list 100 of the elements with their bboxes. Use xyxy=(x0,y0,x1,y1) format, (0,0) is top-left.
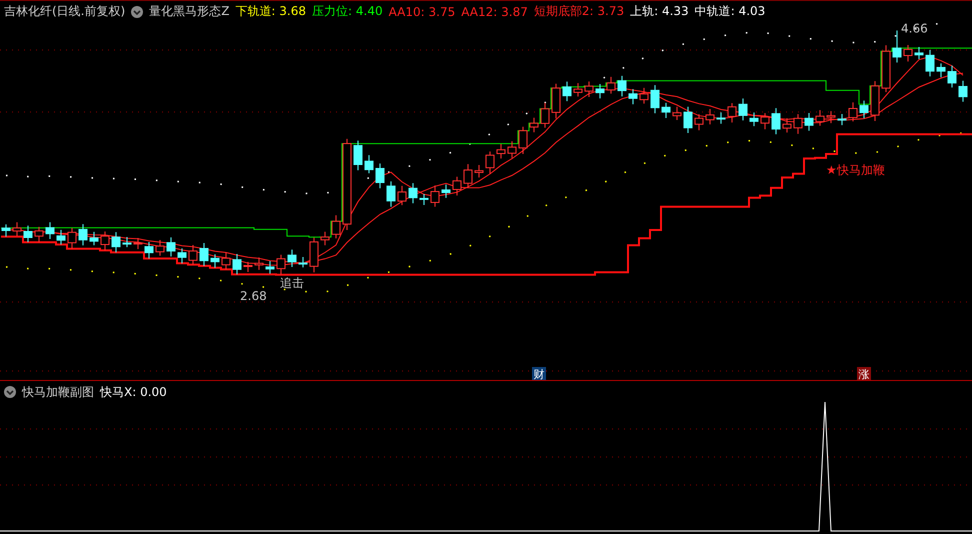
candlestick xyxy=(596,83,604,99)
legend-value: 压力位: 4.40 xyxy=(312,3,383,20)
candlestick xyxy=(914,46,924,60)
candlestick xyxy=(288,249,296,268)
candlestick xyxy=(166,236,176,257)
candlestick xyxy=(540,102,550,128)
chart-annotation: ★快马加鞭 xyxy=(826,163,885,177)
candlestick xyxy=(728,102,736,124)
candlestick xyxy=(804,112,814,132)
candlestick xyxy=(144,241,154,260)
candlestick xyxy=(882,44,890,93)
candlestick xyxy=(188,244,198,266)
candlestick xyxy=(332,214,340,239)
candlestick xyxy=(254,257,264,270)
candlestick xyxy=(716,112,726,124)
candlestick xyxy=(442,184,450,198)
candlestick xyxy=(232,254,242,275)
candlestick xyxy=(926,49,934,77)
candlestick xyxy=(904,44,912,62)
event-marker: 涨 xyxy=(857,367,871,380)
candlestick xyxy=(310,237,318,273)
candlestick xyxy=(508,140,516,158)
candlestick xyxy=(386,180,396,208)
candlestick xyxy=(518,126,528,154)
candlestick xyxy=(672,106,682,121)
candlestick xyxy=(68,227,76,250)
chevron-down-icon[interactable] xyxy=(131,6,144,18)
candlestick xyxy=(266,260,274,274)
candlestick xyxy=(210,254,220,268)
candlestick xyxy=(662,102,670,119)
candlestick xyxy=(618,75,626,97)
candlestick xyxy=(650,84,660,114)
candlestick xyxy=(552,83,560,119)
candlestick xyxy=(420,194,428,206)
candlestick xyxy=(562,81,572,102)
candlestick xyxy=(398,185,406,206)
candlestick xyxy=(948,65,956,88)
candlestick xyxy=(794,114,802,134)
candlestick xyxy=(772,108,780,135)
candlestick xyxy=(276,254,286,276)
candlestick xyxy=(464,164,472,188)
candlestick xyxy=(574,82,582,97)
candlestick xyxy=(826,110,836,124)
candlestick xyxy=(838,114,846,126)
candlestick xyxy=(694,114,704,131)
candlestick xyxy=(750,112,758,127)
candlestick xyxy=(354,140,362,171)
candlestick xyxy=(606,76,616,94)
candlestick xyxy=(706,108,714,125)
legend-value: 中轨道: 4.03 xyxy=(694,3,766,20)
candlestick xyxy=(320,231,330,246)
legend-value: 下轨道: 3.68 xyxy=(235,3,306,20)
candlestick xyxy=(640,87,648,104)
candlestick xyxy=(892,30,902,64)
candlestick xyxy=(848,102,858,122)
candlestick xyxy=(122,236,132,248)
candlestick xyxy=(530,117,538,133)
legend-value: 上轨: 4.33 xyxy=(630,3,689,20)
candlestick xyxy=(860,100,868,119)
candlestick xyxy=(34,226,44,243)
candlestick xyxy=(298,256,308,268)
candlestick xyxy=(56,229,66,245)
candlestick xyxy=(200,242,208,266)
legend-value: 快马X: 0.00 xyxy=(100,384,167,400)
candlestick xyxy=(134,238,142,250)
legend-value: AA10: 3.75 xyxy=(388,4,456,18)
candlestick xyxy=(584,81,594,98)
candlestick xyxy=(156,240,164,256)
candlestick xyxy=(376,163,384,189)
candlestick xyxy=(2,224,10,238)
candlestick xyxy=(12,222,22,236)
chart-annotation: 2.68 xyxy=(240,289,267,303)
candlestick xyxy=(452,176,462,196)
candlestick xyxy=(684,106,692,134)
legend-value: AA12: 3.87 xyxy=(461,4,528,18)
candlestick xyxy=(112,232,120,253)
candlestick xyxy=(100,230,110,251)
candlestick xyxy=(870,80,880,122)
candlestick xyxy=(78,224,88,246)
indicator-name: 量化黑马形态Z xyxy=(149,3,230,20)
candlestick xyxy=(474,164,484,178)
candlestick xyxy=(760,112,770,130)
chevron-down-icon[interactable] xyxy=(4,386,16,398)
candlestick xyxy=(430,185,440,208)
legend-value: 短期底部2: 3.73 xyxy=(534,3,624,20)
candlestick xyxy=(628,88,638,105)
candlestick xyxy=(46,222,54,240)
candlestick xyxy=(496,144,506,159)
event-marker: 财 xyxy=(532,367,546,380)
stock-title: 吉林化纤(日线.前复权) xyxy=(4,3,126,20)
candlestick xyxy=(936,62,946,78)
candlestick xyxy=(486,151,494,174)
chart-annotation: 4.66 xyxy=(901,22,928,36)
candlestick xyxy=(244,261,252,272)
candlestick xyxy=(958,80,968,102)
chart-annotation: 追击 xyxy=(280,276,304,290)
candlestick xyxy=(364,154,374,174)
candlestick xyxy=(222,252,230,270)
subchart-title: 快马加鞭副图 xyxy=(22,384,94,400)
candlestick xyxy=(816,110,824,126)
